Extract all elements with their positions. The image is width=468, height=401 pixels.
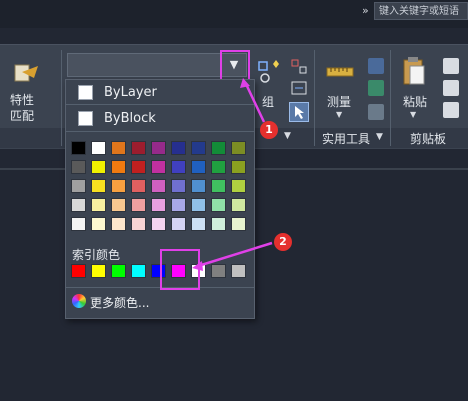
- annotation-badge-1: 1: [260, 121, 278, 139]
- annotation-arrows: [192, 78, 273, 271]
- annotation-badge-2: 2: [274, 233, 292, 251]
